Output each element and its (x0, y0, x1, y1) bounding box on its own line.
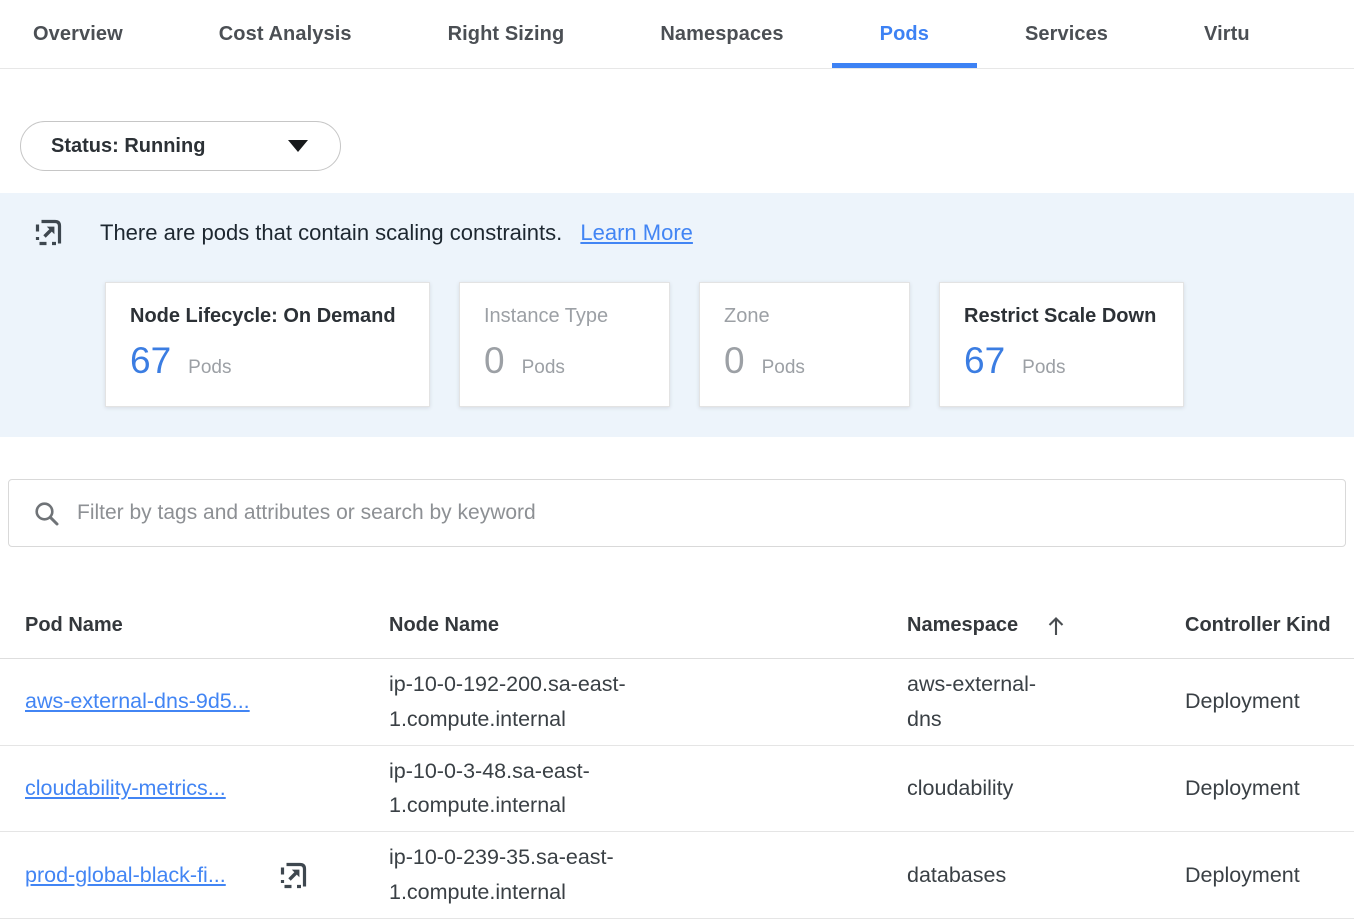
pod-link[interactable]: prod-global-black-fi... (25, 863, 226, 888)
card-zone[interactable]: Zone 0 Pods (699, 282, 910, 407)
table-row: cloudability-metrics... ip-10-0-3-48.sa-… (0, 746, 1354, 833)
search-icon (33, 500, 60, 527)
tab-overview[interactable]: Overview (0, 0, 171, 68)
column-header-namespace[interactable]: Namespace (907, 614, 1185, 638)
pod-name-cell: cloudability-metrics... (25, 776, 389, 801)
filter-search-bar (8, 479, 1346, 547)
table-header-row: Pod Name Node Name Namespace Controller … (0, 593, 1354, 659)
card-unit: Pods (762, 357, 805, 379)
card-unit: Pods (188, 357, 231, 379)
card-value: 0 (724, 340, 745, 382)
pod-name-cell: prod-global-black-fi... (25, 860, 389, 891)
scaling-constraint-icon (278, 860, 309, 891)
banner-message-row: There are pods that contain scaling cons… (100, 220, 693, 246)
tab-namespaces[interactable]: Namespaces (612, 0, 831, 68)
namespace-cell: aws-external-dns (907, 667, 1059, 737)
card-instance-type[interactable]: Instance Type 0 Pods (459, 282, 670, 407)
tab-virtual[interactable]: Virtu (1156, 0, 1298, 68)
card-unit: Pods (522, 357, 565, 379)
card-value: 0 (484, 340, 505, 382)
card-value: 67 (964, 340, 1005, 382)
pod-link[interactable]: aws-external-dns-9d5... (25, 689, 250, 714)
controller-kind-cell: Deployment (1185, 863, 1354, 888)
namespace-cell: cloudability (907, 771, 1059, 806)
card-unit: Pods (1022, 357, 1065, 379)
scaling-constraints-banner: There are pods that contain scaling cons… (0, 193, 1354, 437)
tab-right-sizing[interactable]: Right Sizing (400, 0, 613, 68)
card-restrict-scale-down[interactable]: Restrict Scale Down 67 Pods (939, 282, 1184, 407)
search-input[interactable] (77, 501, 1321, 525)
node-name-cell: ip-10-0-3-48.sa-east-1.compute.internal (389, 754, 661, 824)
chevron-down-icon (288, 140, 308, 152)
column-header-node-name[interactable]: Node Name (389, 614, 907, 637)
node-name-cell: ip-10-0-239-35.sa-east-1.compute.interna… (389, 840, 661, 910)
banner-message: There are pods that contain scaling cons… (100, 220, 562, 245)
controller-kind-cell: Deployment (1185, 689, 1354, 714)
card-node-lifecycle[interactable]: Node Lifecycle: On Demand 67 Pods (105, 282, 430, 407)
namespace-cell: databases (907, 858, 1059, 893)
controller-kind-cell: Deployment (1185, 776, 1354, 801)
node-name-cell: ip-10-0-192-200.sa-east-1.compute.intern… (389, 667, 661, 737)
constraint-cards: Node Lifecycle: On Demand 67 Pods Instan… (105, 282, 1354, 407)
top-tab-bar: Overview Cost Analysis Right Sizing Name… (0, 0, 1354, 69)
tab-cost-analysis[interactable]: Cost Analysis (171, 0, 400, 68)
status-filter-label: Status: Running (51, 135, 205, 158)
table-row: prod-global-black-fi... ip-10-0-239-35.s… (0, 832, 1354, 919)
column-header-pod-name[interactable]: Pod Name (25, 614, 389, 637)
tab-pods[interactable]: Pods (832, 0, 977, 68)
pods-table: Pod Name Node Name Namespace Controller … (0, 593, 1354, 919)
sort-ascending-arrow-icon (1044, 614, 1068, 638)
column-header-controller-kind[interactable]: Controller Kind (1185, 614, 1354, 637)
card-title: Restrict Scale Down (964, 305, 1159, 328)
status-filter-dropdown[interactable]: Status: Running (20, 121, 341, 171)
pod-link[interactable]: cloudability-metrics... (25, 776, 226, 801)
card-title: Zone (724, 305, 885, 328)
learn-more-link[interactable]: Learn More (580, 220, 693, 245)
table-row: aws-external-dns-9d5... ip-10-0-192-200.… (0, 659, 1354, 746)
card-value: 67 (130, 340, 171, 382)
card-title: Instance Type (484, 305, 645, 328)
tab-services[interactable]: Services (977, 0, 1156, 68)
pod-name-cell: aws-external-dns-9d5... (25, 689, 389, 714)
card-title: Node Lifecycle: On Demand (130, 305, 405, 328)
scale-out-icon (33, 217, 64, 248)
